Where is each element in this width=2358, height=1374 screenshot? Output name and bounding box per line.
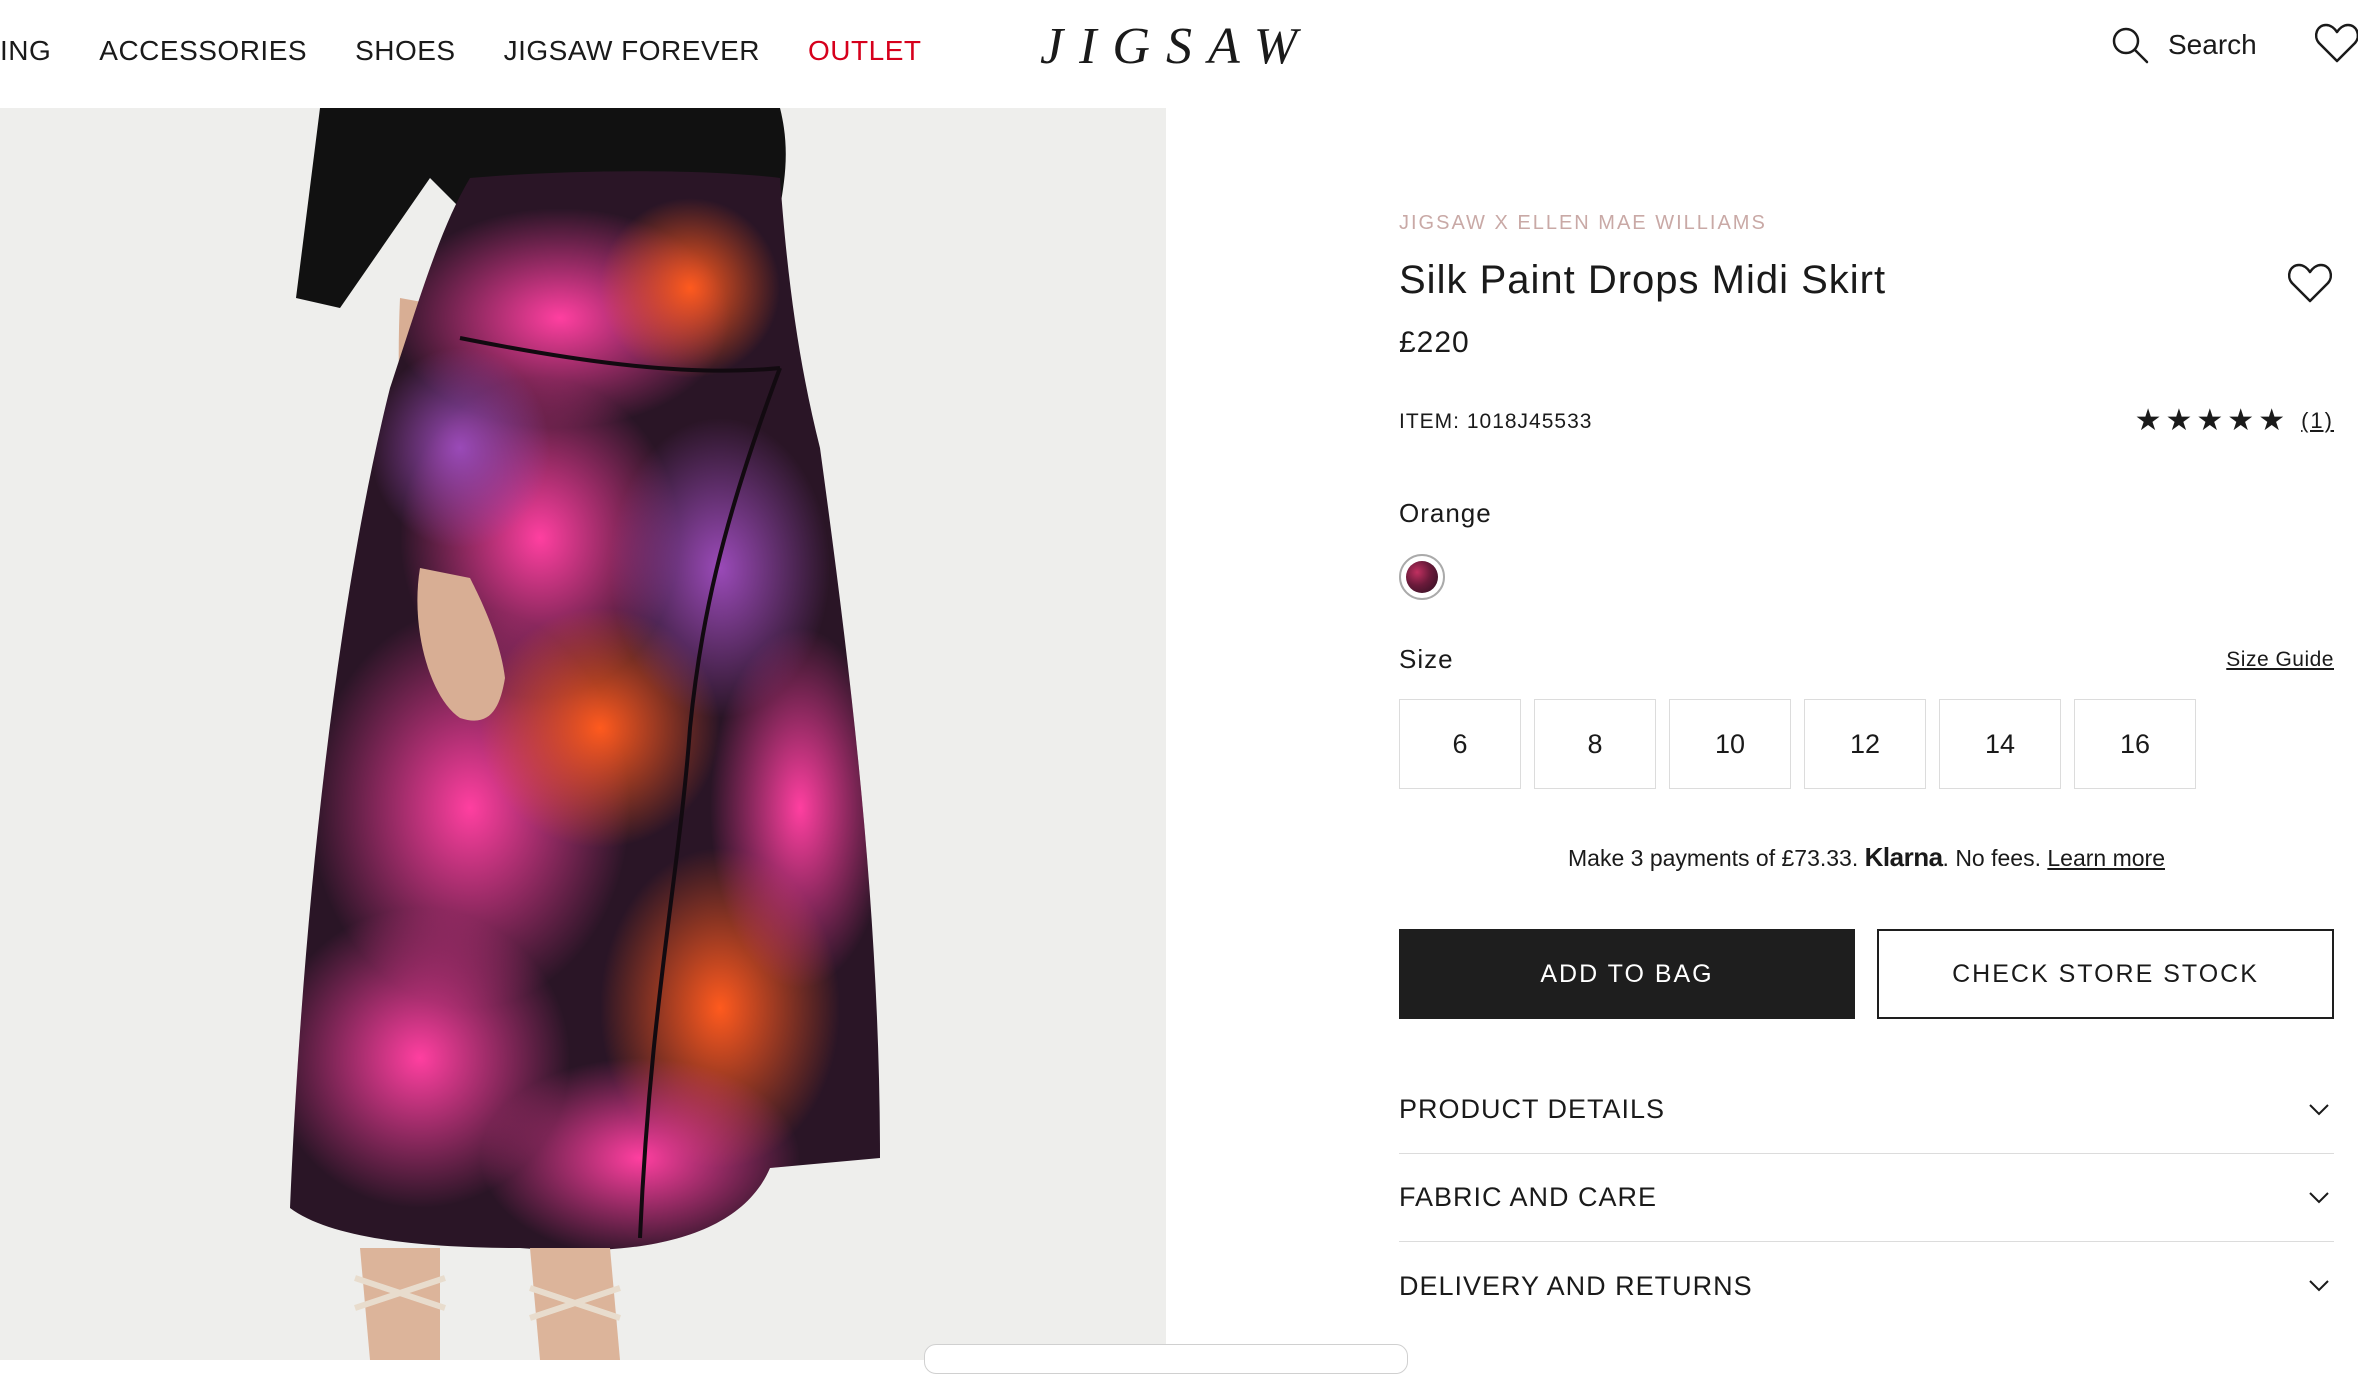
accordion-label: PRODUCT DETAILS: [1399, 1094, 1666, 1124]
klarna-message: Make 3 payments of £73.33. Klarna. No fe…: [1399, 842, 2334, 873]
star-icon: ★: [2258, 404, 2286, 437]
chevron-down-icon: [2309, 1103, 2329, 1115]
size-selector: 6 8 10 12 14 16: [1399, 699, 2196, 789]
colour-swatch[interactable]: [1399, 554, 1445, 600]
nav-item-shoes[interactable]: SHOES: [355, 28, 456, 74]
bottom-popup-tab[interactable]: [924, 1344, 1408, 1374]
product-accordion: PRODUCT DETAILS FABRIC AND CARE DELIVERY…: [1399, 1066, 2334, 1330]
size-button-12[interactable]: 12: [1804, 699, 1926, 789]
swatch-fill: [1406, 561, 1438, 593]
product-price: £220: [1399, 326, 1470, 359]
site-header: ING ACCESSORIES SHOES JIGSAW FOREVER OUT…: [0, 0, 2358, 108]
add-to-bag-button[interactable]: ADD TO BAG: [1399, 929, 1855, 1019]
product-title: Silk Paint Drops Midi Skirt: [1399, 258, 1887, 302]
check-store-stock-button[interactable]: CHECK STORE STOCK: [1877, 929, 2334, 1019]
size-button-16[interactable]: 16: [2074, 699, 2196, 789]
chevron-down-icon: [2309, 1280, 2329, 1292]
product-image[interactable]: [0, 108, 1166, 1360]
star-icon: ★: [2134, 404, 2162, 437]
nav-item-outlet[interactable]: OUTLET: [808, 28, 921, 74]
star-icon: ★: [2165, 404, 2193, 437]
collab-label[interactable]: JIGSAW X ELLEN MAE WILLIAMS: [1399, 212, 1767, 235]
nav-item-accessories[interactable]: ACCESSORIES: [99, 28, 307, 74]
size-button-10[interactable]: 10: [1669, 699, 1791, 789]
size-label: Size: [1399, 644, 1454, 674]
nav-item-clothing[interactable]: ING: [0, 28, 51, 74]
item-number: ITEM: 1018J45533: [1399, 410, 1593, 433]
klarna-logo: Klarna: [1864, 842, 1943, 872]
nav-item-jigsaw-forever[interactable]: JIGSAW FOREVER: [504, 28, 760, 74]
main-nav: ING ACCESSORIES SHOES JIGSAW FOREVER OUT…: [0, 28, 970, 74]
size-button-14[interactable]: 14: [1939, 699, 2061, 789]
chevron-down-icon: [2309, 1191, 2329, 1203]
wishlist-heart-icon[interactable]: [2314, 22, 2358, 64]
colour-label: Orange: [1399, 498, 1492, 528]
review-count-link[interactable]: (1): [2301, 408, 2334, 434]
star-icon: ★: [2196, 404, 2224, 437]
accordion-product-details[interactable]: PRODUCT DETAILS: [1399, 1066, 2334, 1154]
accordion-fabric-and-care[interactable]: FABRIC AND CARE: [1399, 1154, 2334, 1242]
klarna-middle: . No fees.: [1942, 845, 2041, 871]
klarna-learn-more-link[interactable]: Learn more: [2047, 845, 2165, 871]
accordion-label: DELIVERY AND RETURNS: [1399, 1270, 1753, 1301]
accordion-label: FABRIC AND CARE: [1399, 1182, 1658, 1212]
accordion-delivery-and-returns[interactable]: DELIVERY AND RETURNS: [1399, 1242, 2334, 1330]
klarna-prefix: Make 3 payments of £73.33.: [1568, 845, 1859, 871]
search-button[interactable]: Search: [2110, 20, 2257, 70]
product-info: JIGSAW X ELLEN MAE WILLIAMS Silk Paint D…: [1399, 0, 2334, 1360]
star-icon: ★: [2227, 404, 2255, 437]
size-button-6[interactable]: 6: [1399, 699, 1521, 789]
skirt-photo: [0, 108, 1166, 1360]
site-logo[interactable]: JIGSAW: [1040, 14, 1310, 80]
size-guide-link[interactable]: Size Guide: [2226, 648, 2334, 672]
search-icon: [2112, 27, 2149, 64]
add-to-wishlist-heart-icon[interactable]: [2287, 262, 2333, 304]
size-button-8[interactable]: 8: [1534, 699, 1656, 789]
rating[interactable]: ★ ★ ★ ★ ★ (1): [2135, 406, 2334, 436]
search-label: Search: [2168, 29, 2257, 60]
